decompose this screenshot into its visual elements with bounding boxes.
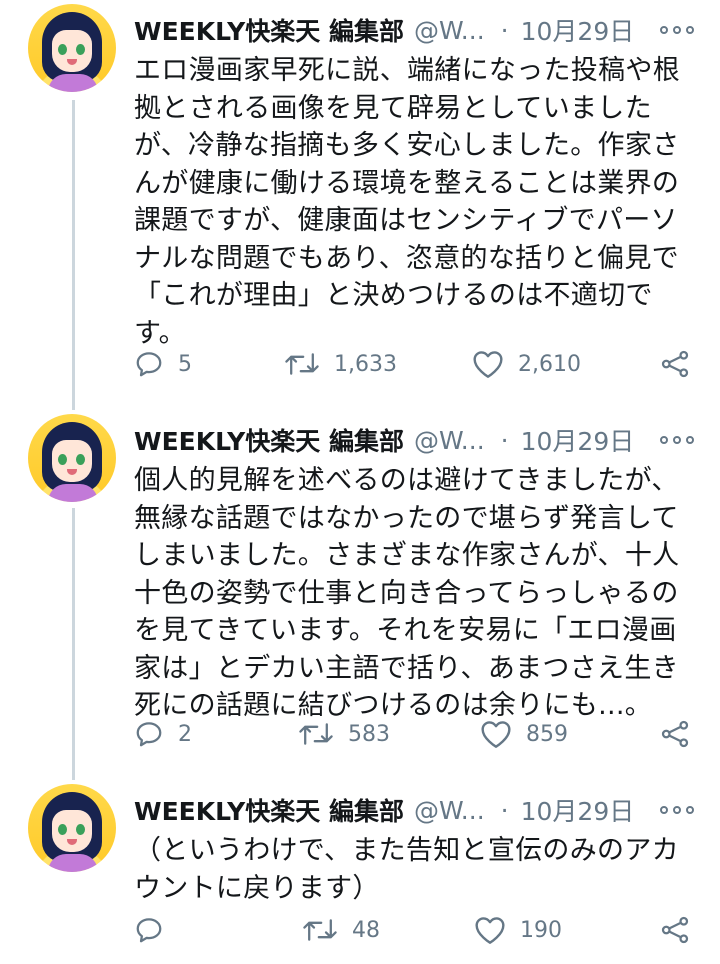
tweet-header: WEEKLY快楽天 編集部 @W... · 10月29日 <box>134 790 694 830</box>
author-handle[interactable]: @W... <box>414 796 485 825</box>
like-button[interactable]: 190 <box>474 910 562 950</box>
share-icon <box>661 350 689 378</box>
author-name[interactable]: WEEKLY快楽天 編集部 <box>134 792 404 828</box>
like-button[interactable]: 859 <box>480 714 568 754</box>
retweet-count: 1,633 <box>334 351 397 377</box>
retweet-icon <box>299 723 333 745</box>
tweet-actions: 5 1,633 2,610 <box>134 344 694 384</box>
avatar[interactable] <box>28 4 116 92</box>
tweet-thread: WEEKLY快楽天 編集部 @W... · 10月29日 エロ漫画家早死に説、端… <box>0 0 720 964</box>
author-handle[interactable]: @W... <box>414 426 485 455</box>
reply-icon <box>136 352 162 377</box>
like-count: 190 <box>520 917 562 943</box>
reply-icon <box>136 722 162 747</box>
tweet-actions: 2 583 859 <box>134 714 694 754</box>
tweet[interactable]: WEEKLY快楽天 編集部 @W... · 10月29日 エロ漫画家早死に説、端… <box>0 4 720 404</box>
tweet-text: 個人的見解を述べるのは避けてきましたが、 無縁な話題ではなかったので堪らず発言し… <box>134 465 680 721</box>
tweet-actions: 48 190 <box>134 910 694 950</box>
retweet-button[interactable]: 1,633 <box>284 344 397 384</box>
reply-button[interactable]: 2 <box>134 714 192 754</box>
avatar[interactable] <box>28 784 116 872</box>
retweet-icon <box>285 353 319 375</box>
like-count: 859 <box>526 721 568 747</box>
tweet[interactable]: WEEKLY快楽天 編集部 @W... · 10月29日 （というわけで、また告… <box>0 784 720 960</box>
share-button[interactable] <box>660 344 690 384</box>
retweet-count: 583 <box>348 721 390 747</box>
like-button[interactable]: 2,610 <box>472 344 581 384</box>
tweet-date[interactable]: 10月29日 <box>521 792 635 828</box>
author-handle[interactable]: @W... <box>414 16 485 45</box>
author-name[interactable]: WEEKLY快楽天 編集部 <box>134 12 404 48</box>
tweet-header: WEEKLY快楽天 編集部 @W... · 10月29日 <box>134 420 694 460</box>
reply-count: 5 <box>178 351 192 377</box>
retweet-button[interactable]: 583 <box>298 714 390 754</box>
retweet-button[interactable]: 48 <box>302 910 380 950</box>
share-icon <box>661 916 689 944</box>
tweet-date[interactable]: 10月29日 <box>521 422 635 458</box>
like-count: 2,610 <box>518 351 581 377</box>
tweet[interactable]: WEEKLY快楽天 編集部 @W... · 10月29日 個人的見解を述べるのは… <box>0 414 720 774</box>
reply-icon <box>136 918 162 943</box>
separator-dot: · <box>500 425 509 455</box>
tweet-date[interactable]: 10月29日 <box>521 12 635 48</box>
retweet-count: 48 <box>352 917 380 943</box>
share-button[interactable] <box>660 714 690 754</box>
reply-button[interactable]: 5 <box>134 344 192 384</box>
heart-icon <box>481 721 511 748</box>
share-button[interactable] <box>660 910 690 950</box>
reply-count: 2 <box>178 721 192 747</box>
more-options-icon[interactable] <box>660 430 694 450</box>
heart-icon <box>475 917 505 944</box>
more-options-icon[interactable] <box>660 20 694 40</box>
more-options-icon[interactable] <box>660 800 694 820</box>
separator-dot: · <box>500 15 509 45</box>
separator-dot: · <box>500 795 509 825</box>
avatar[interactable] <box>28 414 116 502</box>
share-icon <box>661 720 689 748</box>
tweet-header: WEEKLY快楽天 編集部 @W... · 10月29日 <box>134 10 694 50</box>
retweet-icon <box>303 919 337 941</box>
reply-button[interactable] <box>134 910 178 950</box>
tweet-text: エロ漫画家早死に説、端緒になった投稿や根 拠とされる画像を見て辟易としていました… <box>134 55 680 349</box>
heart-icon <box>473 351 503 378</box>
tweet-text: （というわけで、また告知と宣伝のみのアカ ウントに戻ります） <box>134 835 679 904</box>
author-name[interactable]: WEEKLY快楽天 編集部 <box>134 422 404 458</box>
